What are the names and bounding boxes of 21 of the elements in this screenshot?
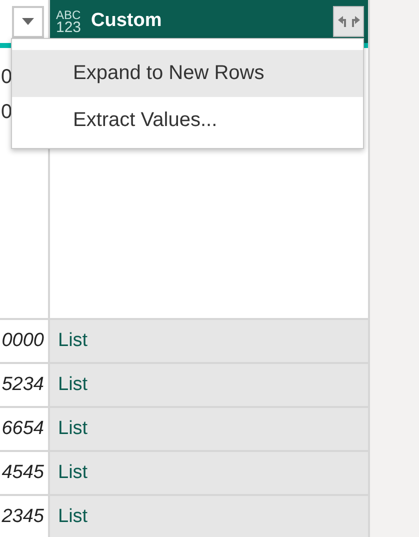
type-label: ABC <box>56 8 82 20</box>
table-cell: List <box>50 496 368 537</box>
profile-value: 0 <box>1 100 12 125</box>
table-cell: 4545 <box>0 452 48 494</box>
profile-value: 0 <box>1 65 12 90</box>
table-cell: 2345 <box>0 496 48 537</box>
table-cell: 5234 <box>0 364 48 406</box>
menu-item[interactable]: Extract Values... <box>12 97 363 144</box>
table-cell: 0000 <box>0 320 48 362</box>
menu-item[interactable]: Expand to New Rows <box>12 50 363 97</box>
column-title: Custom <box>91 9 162 34</box>
type-label: 123 <box>56 20 82 34</box>
table-cell: List <box>50 320 368 362</box>
table-cell: List <box>50 452 368 494</box>
caret-icon <box>22 18 34 25</box>
table-cell: List <box>50 364 368 406</box>
expand-button[interactable] <box>333 6 364 37</box>
table-cell: 6654 <box>0 408 48 450</box>
table-cell: List <box>50 408 368 450</box>
filter-dropdown-button[interactable] <box>12 6 44 38</box>
expand-arrows-icon <box>338 14 360 28</box>
